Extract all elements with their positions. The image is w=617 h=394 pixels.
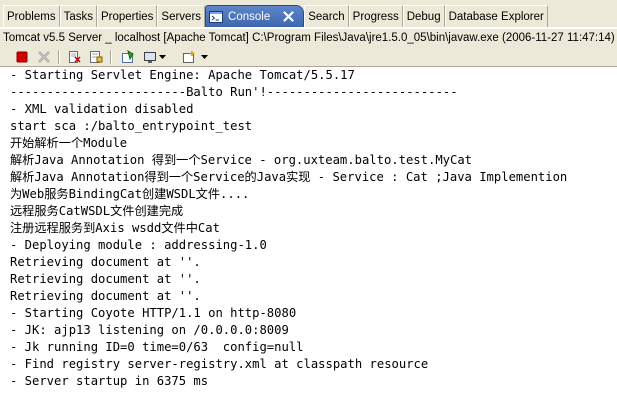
tab-console-label: Console (228, 10, 271, 23)
console-toolbar (0, 48, 617, 67)
console-line: - Starting Coyote HTTP/1.1 on http-8080 (10, 306, 297, 320)
console-line: 远程服务CatWSDL文件创建完成 (10, 204, 184, 218)
toolbar-separator (58, 50, 60, 64)
console-line: Retrieving document at ''. (10, 255, 201, 269)
console-line: - JK: ajp13 listening on /0.0.0.0:8009 (10, 323, 289, 337)
display-selected-console-icon[interactable] (142, 49, 158, 65)
chevron-down-icon[interactable] (158, 49, 167, 65)
console-line: 为Web服务BindingCat创建WSDL文件.... (10, 187, 250, 201)
console-lines: - Starting Servlet Engine: Apache Tomcat… (10, 67, 567, 390)
console-output[interactable]: - Starting Servlet Engine: Apache Tomcat… (0, 67, 617, 394)
console-line: Retrieving document at ''. (10, 289, 201, 303)
console-line: - Find registry server-registry.xml at c… (10, 357, 429, 371)
toolbar-separator (110, 50, 112, 64)
chevron-down-icon[interactable] (200, 49, 209, 65)
open-console-icon[interactable] (181, 49, 197, 65)
close-icon[interactable] (282, 10, 295, 23)
pin-console-icon[interactable] (120, 49, 136, 65)
console-line: start sca :/balto_entrypoint_test (10, 119, 253, 133)
tab-progress[interactable]: Progress (348, 5, 403, 27)
tab-database-explorer[interactable]: Database Explorer (444, 5, 548, 27)
console-line: Retrieving document at ''. (10, 272, 201, 286)
console-line: 注册远程服务到Axis wsdd文件中Cat (10, 221, 220, 235)
clear-console-icon[interactable] (66, 49, 82, 65)
tab-debug[interactable]: Debug (402, 5, 445, 27)
console-line: - Server startup in 6375 ms (10, 374, 209, 388)
console-process-title: Tomcat v5.5 Server _ localhost [Apache T… (0, 29, 617, 48)
tab-console[interactable]: Console (205, 5, 305, 27)
remove-launch-icon[interactable] (36, 49, 52, 65)
tab-problems[interactable]: Problems (3, 5, 60, 27)
console-line: ------------------------Balto Run'!-----… (10, 85, 458, 99)
console-line: - Jk running ID=0 time=0/63 config=null (10, 340, 304, 354)
console-line: 开始解析一个Module (10, 136, 128, 150)
console-line: - XML validation disabled (10, 102, 194, 116)
view-tabs: Problems Tasks Properties Servers Consol… (3, 5, 548, 28)
scroll-lock-icon[interactable] (88, 49, 104, 65)
tab-tasks[interactable]: Tasks (59, 5, 97, 27)
tab-properties[interactable]: Properties (96, 5, 158, 27)
tab-servers[interactable]: Servers (157, 5, 206, 27)
console-line: - Deploying module : addressing-1.0 (10, 238, 267, 252)
console-line: 解析Java Annotation得到一个Service的Java实现 - Se… (10, 170, 568, 184)
tab-search[interactable]: Search (304, 5, 349, 27)
console-line: 解析Java Annotation 得到一个Service - org.uxte… (10, 153, 473, 167)
terminate-icon[interactable] (14, 49, 30, 65)
console-line: - Starting Servlet Engine: Apache Tomcat… (10, 68, 355, 82)
view-tab-bar: Problems Tasks Properties Servers Consol… (0, 0, 617, 28)
console-icon (209, 10, 224, 23)
